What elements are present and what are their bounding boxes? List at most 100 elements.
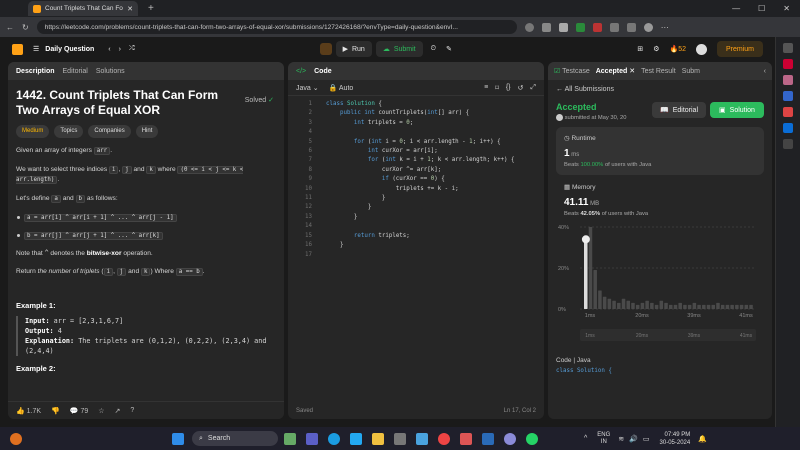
store-icon[interactable] xyxy=(394,432,406,445)
refresh-icon[interactable]: ↻ xyxy=(22,23,29,32)
extension-icon[interactable] xyxy=(592,22,602,32)
virtualbox-icon[interactable] xyxy=(416,432,428,445)
tab-accepted[interactable]: Accepted ✕ xyxy=(596,67,635,75)
network-icon[interactable]: ≋ xyxy=(618,435,624,443)
distribution-bar[interactable] xyxy=(631,302,635,310)
settings-icon[interactable]: ⚙ xyxy=(653,45,659,53)
distribution-bar[interactable] xyxy=(607,298,612,310)
distribution-bar[interactable] xyxy=(669,304,673,310)
extension-icon[interactable] xyxy=(575,22,585,32)
premium-button[interactable]: Premium xyxy=(716,41,763,57)
terminal-icon[interactable] xyxy=(482,432,494,445)
format-icon[interactable]: ≡ xyxy=(484,84,488,92)
distribution-bar[interactable] xyxy=(716,302,720,310)
extension-icon[interactable] xyxy=(541,22,551,32)
tab-test-result[interactable]: Test Result xyxy=(641,68,676,75)
app-icon[interactable] xyxy=(460,432,472,445)
memory-distribution-chart[interactable]: 40% 20% 0% 1ms 20ms 39ms 41ms 1ms 20ms 39ms 41ms xyxy=(556,221,764,351)
all-submissions-link[interactable]: ← All Submissions xyxy=(556,86,764,93)
tab-testcase[interactable]: ☑ Testcase xyxy=(554,67,590,75)
star-icon[interactable] xyxy=(524,22,534,32)
comments-button[interactable]: 💬 79 xyxy=(70,407,88,415)
editorial-button[interactable]: 📖 Editorial xyxy=(652,102,706,118)
start-icon[interactable] xyxy=(172,432,184,445)
volume-icon[interactable]: 🔊 xyxy=(629,435,638,443)
distribution-bar[interactable] xyxy=(645,300,649,310)
distribution-bar[interactable] xyxy=(697,304,701,310)
range-overview[interactable] xyxy=(580,329,756,342)
distribution-bar[interactable] xyxy=(654,304,659,310)
distribution-bar[interactable] xyxy=(730,304,734,310)
office-icon[interactable] xyxy=(783,107,793,117)
help-icon[interactable]: ? xyxy=(130,407,134,414)
tab-editorial[interactable]: Editorial xyxy=(63,68,88,75)
runtime-card[interactable]: ◷ Runtime 1 ms Beats 100.00% of users wi… xyxy=(556,127,764,176)
distribution-bar[interactable] xyxy=(593,270,597,310)
submit-button[interactable]: ☁ Submit xyxy=(375,41,423,57)
battery-icon[interactable]: ▭ xyxy=(643,435,650,443)
new-tab-icon[interactable]: + xyxy=(148,3,154,14)
weather-icon[interactable] xyxy=(10,432,22,445)
distribution-bar[interactable] xyxy=(664,302,668,310)
distribution-bar[interactable] xyxy=(678,302,682,310)
whatsapp-icon[interactable] xyxy=(526,432,538,445)
distribution-bar[interactable] xyxy=(621,298,626,310)
distribution-bar[interactable] xyxy=(598,290,602,310)
vscode-icon[interactable] xyxy=(350,432,362,445)
distribution-bar[interactable] xyxy=(711,304,716,310)
distribution-bar[interactable] xyxy=(626,300,631,310)
problem-list-icon[interactable]: ☰ xyxy=(33,45,39,53)
code-editor[interactable]: class Solution { public int countTriplet… xyxy=(318,100,515,260)
problem-title[interactable]: 1442. Count Triplets That Can Form Two A… xyxy=(16,88,221,118)
distribution-bar[interactable] xyxy=(687,304,692,310)
tab-solutions[interactable]: Solutions xyxy=(96,68,125,75)
favorites-icon[interactable] xyxy=(626,22,636,32)
distribution-bar[interactable] xyxy=(612,300,616,310)
profile-icon[interactable] xyxy=(643,22,653,32)
reset-icon[interactable]: ↺ xyxy=(518,84,524,92)
extension-icon[interactable] xyxy=(558,22,568,32)
teams-icon[interactable] xyxy=(306,432,318,445)
language-indicator[interactable]: ENG IN xyxy=(597,432,610,446)
games-icon[interactable] xyxy=(783,91,793,101)
outlook-icon[interactable] xyxy=(783,123,793,133)
distribution-bar[interactable] xyxy=(659,300,664,310)
distribution-bar[interactable] xyxy=(617,302,621,310)
daily-question-link[interactable]: Daily Question xyxy=(45,46,94,53)
avatar[interactable] xyxy=(695,43,707,55)
settings-icon[interactable] xyxy=(504,432,516,445)
auto-toggle[interactable]: 🔒 Auto xyxy=(329,84,354,92)
distribution-bar[interactable] xyxy=(640,302,645,310)
fullscreen-icon[interactable]: ⤢ xyxy=(530,84,536,92)
language-select[interactable]: Java ⌄ xyxy=(296,84,319,92)
topics-chip[interactable]: Topics xyxy=(54,125,84,138)
add-icon[interactable] xyxy=(783,139,793,149)
hint-chip[interactable]: Hint xyxy=(135,125,159,138)
bookmark-icon[interactable]: ⌑ xyxy=(495,84,499,92)
streak-counter[interactable]: 🔥52 xyxy=(669,45,686,53)
distribution-bar[interactable] xyxy=(692,302,697,310)
clock[interactable]: 07:49 PM 30-05-2024 xyxy=(660,431,691,447)
chevron-left-icon[interactable]: ‹ xyxy=(764,68,766,75)
favorite-icon[interactable]: ☆ xyxy=(98,407,104,415)
notifications-icon[interactable]: 🔔 xyxy=(698,435,707,443)
browser-tab[interactable]: Count Triplets That Can Form Tw… ✕ xyxy=(28,1,138,16)
distribution-bar[interactable] xyxy=(720,304,725,310)
widgets-icon[interactable] xyxy=(284,432,296,445)
companies-chip[interactable]: Companies xyxy=(88,125,131,138)
distribution-bar[interactable] xyxy=(739,304,744,310)
tab-description[interactable]: Description xyxy=(16,68,55,75)
tray-chevron-icon[interactable]: ^ xyxy=(584,435,587,442)
distribution-bar[interactable] xyxy=(584,239,588,310)
run-button[interactable]: ▶ Run xyxy=(335,41,372,57)
more-icon[interactable]: ⋯ xyxy=(661,23,669,32)
distribution-bar[interactable] xyxy=(683,304,687,310)
distribution-bar[interactable] xyxy=(602,296,607,310)
distribution-bar[interactable] xyxy=(702,304,706,310)
search-icon[interactable] xyxy=(783,43,793,53)
maximize-icon[interactable]: ☐ xyxy=(758,4,765,13)
url-field[interactable]: https://leetcode.com/problems/count-trip… xyxy=(36,20,517,34)
minimize-icon[interactable]: — xyxy=(732,4,740,13)
distribution-bar[interactable] xyxy=(725,304,730,310)
distribution-bar[interactable] xyxy=(735,304,739,310)
